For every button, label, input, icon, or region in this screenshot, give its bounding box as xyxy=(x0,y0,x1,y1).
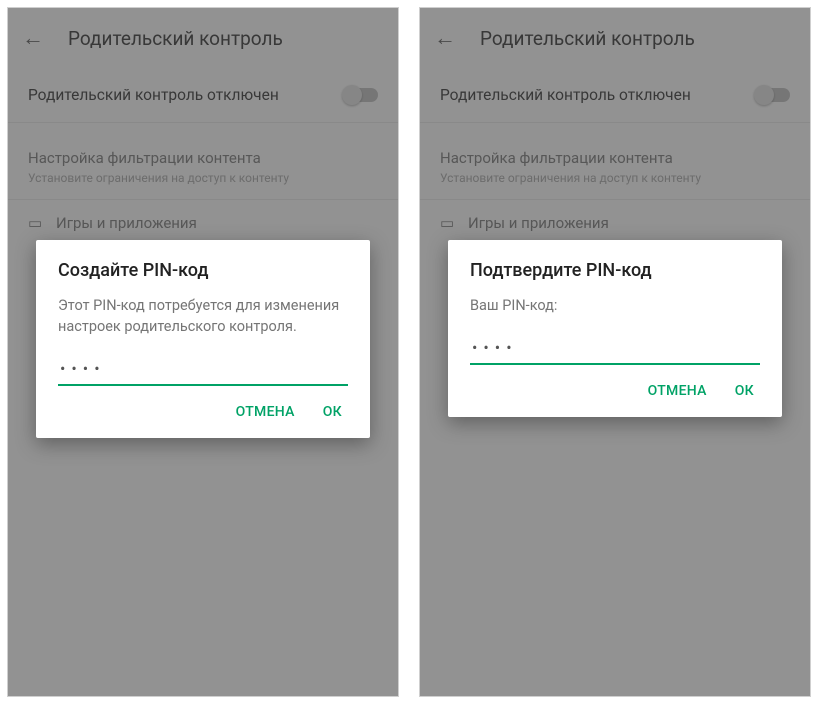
cancel-button[interactable]: ОТМЕНА xyxy=(236,404,295,420)
ok-button[interactable]: ОК xyxy=(735,383,754,399)
cancel-button[interactable]: ОТМЕНА xyxy=(648,383,707,399)
dialog-actions: ОТМЕНА ОК xyxy=(470,365,760,409)
dialog-message: Этот PIN-код потребуется для изменения н… xyxy=(58,295,348,337)
confirm-pin-dialog: Подтвердите PIN-код Ваш PIN-код: ОТМЕНА … xyxy=(448,240,782,417)
modal-overlay: Подтвердите PIN-код Ваш PIN-код: ОТМЕНА … xyxy=(420,8,810,696)
pin-input[interactable] xyxy=(470,334,760,365)
phone-left: ← Родительский контроль Родительский кон… xyxy=(7,7,399,697)
ok-button[interactable]: ОК xyxy=(323,404,342,420)
dialog-actions: ОТМЕНА ОК xyxy=(58,386,348,430)
dialog-title: Подтвердите PIN-код xyxy=(470,260,760,281)
pin-input[interactable] xyxy=(58,355,348,386)
dialog-message: Ваш PIN-код: xyxy=(470,295,760,316)
create-pin-dialog: Создайте PIN-код Этот PIN-код потребуетс… xyxy=(36,240,370,438)
phone-right: ← Родительский контроль Родительский кон… xyxy=(419,7,811,697)
dialog-title: Создайте PIN-код xyxy=(58,260,348,281)
modal-overlay: Создайте PIN-код Этот PIN-код потребуетс… xyxy=(8,8,398,696)
